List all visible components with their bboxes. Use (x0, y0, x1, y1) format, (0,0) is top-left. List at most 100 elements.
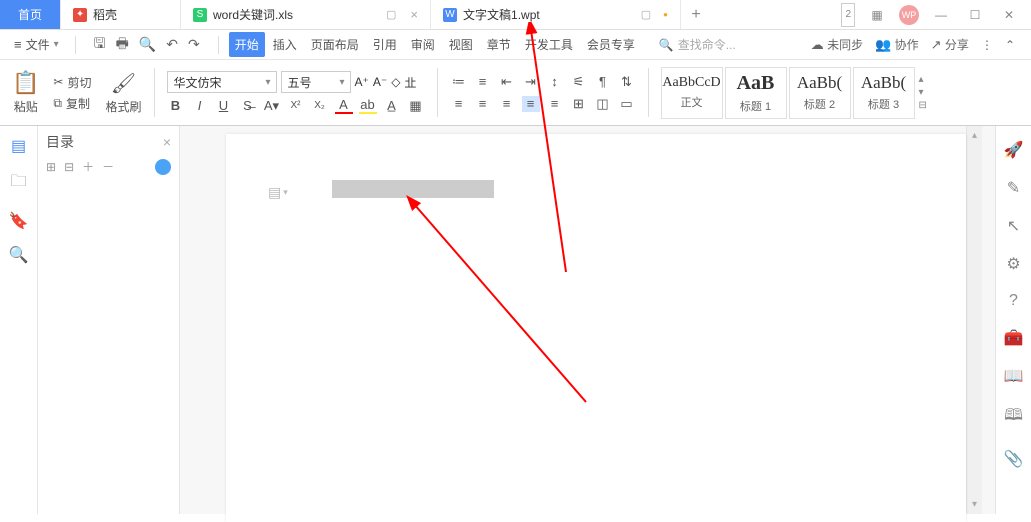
book-icon[interactable]: 📖 (1004, 366, 1024, 386)
preview-icon[interactable]: 🔍 (139, 36, 156, 53)
align-justify-button[interactable]: ≡ (522, 96, 540, 112)
chevron-down-icon[interactable]: ▾ (919, 87, 927, 98)
tab-button[interactable]: ⊞ (570, 96, 588, 112)
strike-button[interactable]: S̶ (239, 98, 257, 113)
sync-status[interactable]: ☁ 未同步 (811, 36, 863, 53)
tab-file-xls[interactable]: S word关键词.xls ▢ × (181, 0, 431, 29)
underline-button[interactable]: U (215, 98, 233, 113)
gear-icon[interactable]: ⚙ (1006, 254, 1020, 274)
search-icon[interactable]: 🔍 (9, 245, 29, 265)
undo-icon[interactable]: ↶ (166, 36, 178, 53)
page[interactable]: ▤ ▾ (226, 134, 966, 522)
style-normal[interactable]: AaBbCcD 正文 (661, 67, 723, 119)
bullet-list-button[interactable]: ≔ (450, 74, 468, 90)
redo-icon[interactable]: ↷ (188, 36, 200, 53)
style-heading3[interactable]: AaBb( 标题 3 (853, 67, 915, 119)
translate-icon[interactable]: 🕮 (1004, 404, 1023, 431)
outline-icon[interactable]: ▤ (11, 136, 26, 156)
clip-icon[interactable]: 📎 (1004, 449, 1024, 469)
share-button[interactable]: ↗ 分享 (931, 36, 969, 53)
phonetic-button[interactable]: 㐀 (404, 74, 416, 91)
style-heading1[interactable]: AaB 标题 1 (725, 67, 787, 119)
expand-icon[interactable]: ⊞ (46, 160, 56, 174)
maximize-button[interactable]: ☐ (963, 3, 987, 27)
line-spacing-button[interactable]: ↕ (546, 74, 564, 90)
paste-button[interactable]: 📋 粘贴 (12, 70, 39, 115)
subscript-button[interactable]: X₂ (311, 100, 329, 111)
tab-file-wpt[interactable]: W 文字文稿1.wpt ▢ (431, 0, 681, 29)
ribbon-tab-insert[interactable]: 插入 (267, 32, 303, 57)
char-border-button[interactable]: A̲ (383, 98, 401, 113)
rocket-icon[interactable]: 🚀 (1004, 140, 1024, 160)
print-icon[interactable]: 🖶 (116, 33, 129, 57)
ribbon-tab-start[interactable]: 开始 (229, 32, 265, 57)
align-center-button[interactable]: ≡ (474, 96, 492, 112)
indent-dec-button[interactable]: ⇤ (498, 74, 516, 90)
bold-button[interactable]: B (167, 98, 185, 113)
font-more-button[interactable]: A▾ (263, 98, 281, 114)
indent-inc-button[interactable]: ⇥ (522, 74, 540, 90)
minimize-button[interactable]: — (929, 3, 953, 27)
scroll-up-icon[interactable]: ▴ (972, 130, 977, 141)
add-icon[interactable]: ＋ (82, 158, 94, 175)
border-button[interactable]: ▭ (618, 96, 636, 112)
italic-button[interactable]: I (191, 98, 209, 113)
help-icon[interactable]: ? (1009, 292, 1018, 310)
font-family-select[interactable]: 华文仿宋 (167, 71, 277, 93)
notification-badge[interactable]: 2 (841, 3, 855, 27)
file-menu[interactable]: ≡ 文件 ▾ (8, 33, 65, 56)
style-scroll[interactable]: ▴ ▾ ⊟ (917, 72, 929, 113)
increase-font-button[interactable]: A⁺ (355, 75, 369, 89)
style-heading2[interactable]: AaBb( 标题 2 (789, 67, 851, 119)
ribbon-icon[interactable]: 🔖 (9, 211, 29, 231)
align-right-button[interactable]: ≡ (498, 96, 516, 112)
shading-button[interactable]: ◫ (594, 96, 612, 112)
more-styles-icon[interactable]: ⊟ (919, 100, 927, 111)
decrease-font-button[interactable]: A⁻ (373, 75, 387, 89)
sort-button[interactable]: ⚟ (570, 74, 588, 90)
ribbon-tab-section[interactable]: 章节 (481, 32, 517, 57)
close-button[interactable]: ✕ (997, 3, 1021, 27)
close-icon[interactable]: × (163, 134, 171, 150)
save-icon[interactable]: 🖫 (94, 33, 106, 57)
char-shading-button[interactable]: ▦ (407, 98, 425, 114)
sync-dot-icon[interactable] (155, 159, 171, 175)
tab-docer[interactable]: ✦ 稻壳 (61, 0, 181, 29)
bookmark-icon[interactable]: 🗀 (10, 170, 26, 197)
grid-icon[interactable]: ▦ (865, 3, 889, 27)
command-search[interactable]: 🔍 查找命令... (659, 36, 736, 53)
highlight-button[interactable]: ab (359, 97, 377, 114)
scroll-down-icon[interactable]: ▾ (972, 499, 977, 510)
format-brush-button[interactable]: 🖌 格式刷 (105, 71, 141, 115)
distribute-button[interactable]: ≡ (546, 96, 564, 112)
font-color-button[interactable]: A (335, 97, 353, 114)
ribbon-tab-view[interactable]: 视图 (443, 32, 479, 57)
collapse-icon[interactable]: ⊟ (64, 160, 74, 174)
new-tab-button[interactable]: + (681, 0, 711, 29)
superscript-button[interactable]: X² (287, 100, 305, 111)
ribbon-tab-dev[interactable]: 开发工具 (519, 32, 579, 57)
close-icon[interactable]: × (410, 7, 418, 22)
font-size-select[interactable]: 五号 (281, 71, 351, 93)
tab-home[interactable]: 首页 (0, 0, 61, 29)
avatar[interactable]: WP (899, 5, 919, 25)
toolbox-icon[interactable]: 🧰 (1004, 328, 1024, 348)
cut-button[interactable]: ✂剪切 (53, 74, 91, 91)
show-marks-button[interactable]: ¶ (594, 74, 612, 90)
copy-button[interactable]: ⧉复制 (53, 95, 91, 112)
cursor-icon[interactable]: ↖ (1007, 216, 1020, 236)
ribbon-tab-member[interactable]: 会员专享 (581, 32, 641, 57)
ribbon-tab-reference[interactable]: 引用 (367, 32, 403, 57)
clear-format-button[interactable]: ◇ (391, 75, 400, 89)
more-icon[interactable]: ⋮ (981, 38, 993, 52)
chevron-up-icon[interactable]: ▴ (919, 74, 927, 85)
text-direction-button[interactable]: ⇅ (618, 74, 636, 90)
vertical-scrollbar[interactable]: ▴ ▾ (966, 126, 982, 514)
pen-icon[interactable]: ✎ (1007, 178, 1020, 198)
ribbon-tab-review[interactable]: 审阅 (405, 32, 441, 57)
number-list-button[interactable]: ≡ (474, 74, 492, 90)
ribbon-tab-layout[interactable]: 页面布局 (305, 32, 365, 57)
remove-icon[interactable]: － (102, 158, 114, 175)
coop-button[interactable]: 👥 协作 (875, 36, 919, 53)
align-left-button[interactable]: ≡ (450, 96, 468, 112)
